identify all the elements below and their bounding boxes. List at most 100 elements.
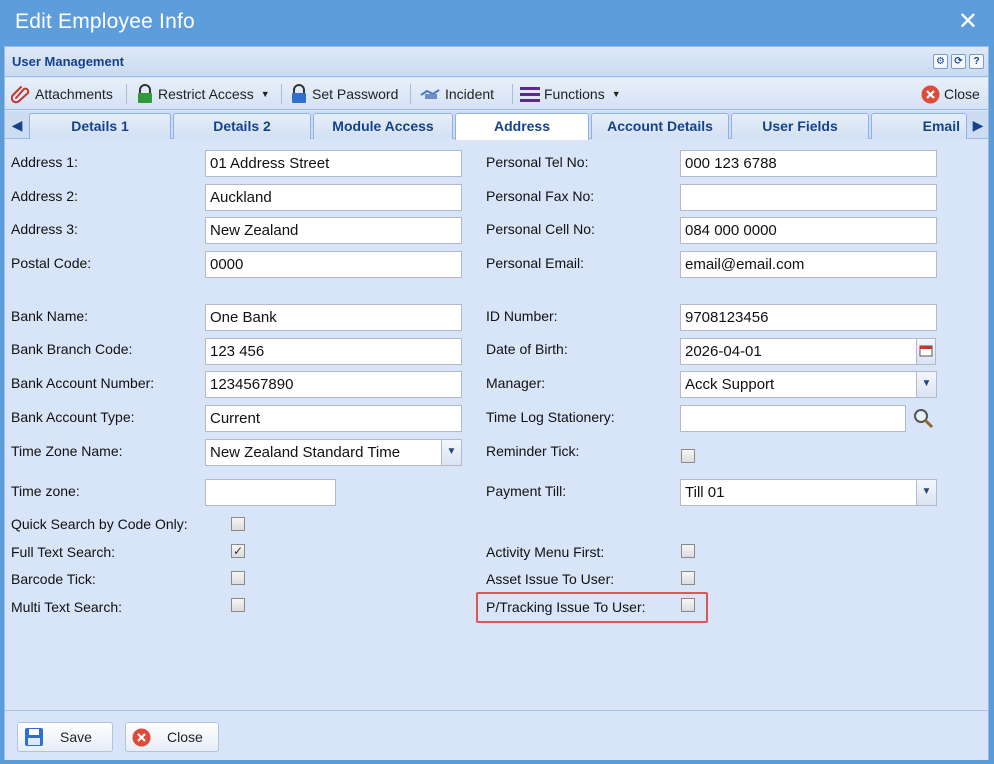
manager-label: Manager: bbox=[486, 375, 546, 391]
save-button[interactable]: Save bbox=[17, 722, 113, 752]
tab-address[interactable]: Address bbox=[455, 113, 589, 140]
address3-label: Address 3: bbox=[11, 221, 78, 237]
tab-strip: ◀ Details 1 Details 2 Module Access Addr… bbox=[5, 111, 988, 140]
time-zone-name-select[interactable]: New Zealand Standard Time ▼ bbox=[205, 439, 462, 466]
asset-issue-label: Asset Issue To User: bbox=[486, 571, 615, 587]
payment-till-value: Till 01 bbox=[685, 484, 725, 501]
toolbar-close-button[interactable]: Close bbox=[921, 83, 980, 105]
chevron-down-icon: ▼ bbox=[611, 89, 621, 99]
search-icon[interactable] bbox=[910, 405, 936, 432]
tab-scroll-left-icon[interactable]: ◀ bbox=[7, 115, 27, 137]
postal-code-label: Postal Code: bbox=[11, 255, 92, 271]
full-text-search-label: Full Text Search: bbox=[11, 544, 116, 560]
time-log-stationery-field[interactable] bbox=[680, 405, 906, 432]
multi-text-search-checkbox[interactable] bbox=[231, 598, 245, 612]
tab-details-1[interactable]: Details 1 bbox=[29, 113, 171, 139]
time-log-stationery-label: Time Log Stationery: bbox=[486, 409, 615, 425]
quick-search-checkbox[interactable] bbox=[231, 517, 245, 531]
id-number-label: ID Number: bbox=[486, 308, 558, 324]
paperclip-icon bbox=[11, 86, 30, 104]
close-circle-icon bbox=[921, 85, 940, 103]
multi-text-search-label: Multi Text Search: bbox=[11, 599, 123, 615]
address2-field[interactable] bbox=[205, 184, 462, 211]
chevron-down-icon: ▼ bbox=[260, 89, 270, 99]
address3-field[interactable] bbox=[205, 217, 462, 244]
tab-email[interactable]: Email bbox=[871, 113, 967, 139]
bank-branch-code-label: Bank Branch Code: bbox=[11, 341, 133, 357]
calendar-icon[interactable] bbox=[916, 338, 936, 365]
tab-user-fields[interactable]: User Fields bbox=[731, 113, 869, 139]
activity-menu-first-checkbox[interactable] bbox=[681, 544, 695, 558]
footer-close-button[interactable]: Close bbox=[125, 722, 219, 752]
user-management-panel: User Management ⚙ ⟳ ? Attachments Restri… bbox=[4, 46, 989, 760]
barcode-tick-label: Barcode Tick: bbox=[11, 571, 96, 587]
personal-email-field[interactable] bbox=[680, 251, 937, 278]
personal-tel-field[interactable] bbox=[680, 150, 937, 177]
restrict-access-button[interactable]: Restrict Access ▼ bbox=[136, 83, 270, 105]
personal-cell-field[interactable] bbox=[680, 217, 937, 244]
address1-label: Address 1: bbox=[11, 154, 78, 170]
address-form: Address 1: Address 2: Address 3: Postal … bbox=[5, 140, 988, 710]
toolbar: Attachments Restrict Access ▼ Set Passwo… bbox=[5, 78, 988, 110]
footer: Save Close bbox=[5, 710, 988, 760]
chevron-down-icon[interactable]: ▼ bbox=[916, 480, 936, 505]
personal-cell-label: Personal Cell No: bbox=[486, 221, 595, 237]
menu-lines-icon bbox=[520, 87, 540, 102]
close-circle-icon bbox=[132, 728, 151, 746]
set-password-button[interactable]: Set Password bbox=[290, 83, 398, 105]
save-label: Save bbox=[60, 729, 92, 745]
panel-header: User Management ⚙ ⟳ ? bbox=[5, 47, 988, 77]
full-text-search-checkbox[interactable]: ✓ bbox=[231, 544, 245, 558]
help-icon[interactable]: ? bbox=[969, 54, 984, 69]
panel-title: User Management bbox=[12, 54, 124, 69]
tab-scroll-right-icon[interactable]: ▶ bbox=[968, 115, 988, 137]
payment-till-select[interactable]: Till 01 ▼ bbox=[680, 479, 937, 506]
time-zone-name-label: Time Zone Name: bbox=[11, 443, 123, 459]
manager-value: Acck Support bbox=[685, 376, 775, 393]
barcode-tick-checkbox[interactable] bbox=[231, 571, 245, 585]
functions-label: Functions bbox=[544, 86, 605, 102]
tab-details-2[interactable]: Details 2 bbox=[173, 113, 311, 139]
reminder-tick-checkbox[interactable] bbox=[681, 449, 695, 463]
postal-code-field[interactable] bbox=[205, 251, 462, 278]
bank-account-type-field[interactable] bbox=[205, 405, 462, 432]
time-zone-label: Time zone: bbox=[11, 483, 80, 499]
time-zone-name-value: New Zealand Standard Time bbox=[210, 444, 401, 461]
window-close-icon[interactable]: ✕ bbox=[958, 8, 978, 36]
asset-issue-checkbox[interactable] bbox=[681, 571, 695, 585]
date-of-birth-field[interactable] bbox=[680, 338, 917, 365]
functions-button[interactable]: Functions ▼ bbox=[520, 83, 621, 105]
chevron-down-icon[interactable]: ▼ bbox=[441, 440, 461, 465]
payment-till-label: Payment Till: bbox=[486, 483, 567, 499]
incident-label: Incident bbox=[445, 86, 495, 102]
personal-tel-label: Personal Tel No: bbox=[486, 154, 589, 170]
bank-account-number-field[interactable] bbox=[205, 371, 462, 398]
bank-branch-code-field[interactable] bbox=[205, 338, 462, 365]
reminder-tick-label: Reminder Tick: bbox=[486, 443, 580, 459]
blue-lock-icon bbox=[292, 84, 306, 103]
address2-label: Address 2: bbox=[11, 188, 78, 204]
bank-name-field[interactable] bbox=[205, 304, 462, 331]
panel-tools: ⚙ ⟳ ? bbox=[933, 54, 984, 69]
toolbar-close-label: Close bbox=[944, 86, 980, 102]
set-password-label: Set Password bbox=[312, 86, 399, 102]
address1-field[interactable] bbox=[205, 150, 462, 177]
gear-icon[interactable]: ⚙ bbox=[933, 54, 948, 69]
tab-account-details[interactable]: Account Details bbox=[591, 113, 729, 139]
tab-module-access[interactable]: Module Access bbox=[313, 113, 453, 139]
green-lock-icon bbox=[138, 84, 152, 103]
personal-fax-field[interactable] bbox=[680, 184, 937, 211]
restrict-access-label: Restrict Access bbox=[158, 86, 254, 102]
attachments-label: Attachments bbox=[35, 86, 113, 102]
window-title: Edit Employee Info bbox=[15, 10, 195, 33]
refresh-icon[interactable]: ⟳ bbox=[951, 54, 966, 69]
id-number-field[interactable] bbox=[680, 304, 937, 331]
incident-button[interactable]: Incident bbox=[419, 83, 494, 105]
personal-email-label: Personal Email: bbox=[486, 255, 585, 271]
time-zone-field[interactable] bbox=[205, 479, 336, 506]
bank-name-label: Bank Name: bbox=[11, 308, 89, 324]
footer-close-label: Close bbox=[167, 729, 203, 745]
chevron-down-icon[interactable]: ▼ bbox=[916, 372, 936, 397]
attachments-button[interactable]: Attachments bbox=[11, 83, 113, 105]
manager-select[interactable]: Acck Support ▼ bbox=[680, 371, 937, 398]
